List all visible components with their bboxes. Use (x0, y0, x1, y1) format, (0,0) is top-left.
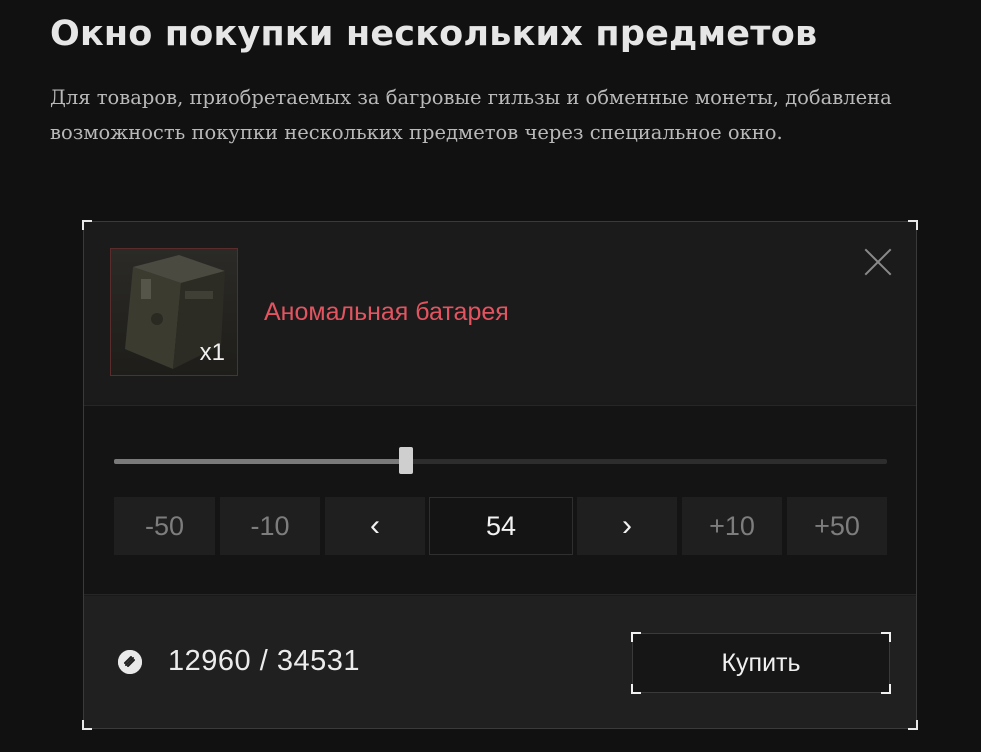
close-icon[interactable] (862, 246, 894, 278)
quantity-selector: -50 -10 ‹ 54 › +10 +50 (84, 405, 916, 595)
quantity-input[interactable]: 54 (429, 497, 573, 555)
slider-handle[interactable] (399, 447, 414, 474)
dialog-footer: 12960 / 34531 Купить (84, 596, 916, 728)
corner-decoration (631, 632, 641, 642)
corner-decoration (881, 684, 891, 694)
item-name: Аномальная батарея (264, 298, 509, 326)
buy-button-label: Купить (721, 648, 801, 677)
currency-balance: 12960 / 34531 (168, 645, 360, 677)
item-thumbnail: x1 (110, 248, 238, 376)
multi-purchase-dialog: x1 Аномальная батарея -50 -10 ‹ 54 › +10… (82, 220, 918, 730)
corner-decoration (881, 632, 891, 642)
page-title: Окно покупки нескольких предметов (50, 14, 818, 54)
minus-50-button[interactable]: -50 (114, 497, 215, 555)
decrement-button[interactable]: ‹ (325, 497, 425, 555)
item-quantity-badge: x1 (199, 339, 225, 366)
currency-coin-icon (118, 650, 142, 674)
buy-button[interactable]: Купить (631, 632, 891, 694)
minus-10-button[interactable]: -10 (220, 497, 320, 555)
dialog-header: x1 Аномальная батарея (84, 222, 916, 402)
plus-50-button[interactable]: +50 (787, 497, 887, 555)
quantity-stepper: -50 -10 ‹ 54 › +10 +50 (114, 497, 887, 555)
increment-button[interactable]: › (577, 497, 677, 555)
corner-decoration (631, 684, 641, 694)
slider-fill (114, 459, 407, 464)
page-description: Для товаров, приобретаемых за багровые г… (50, 86, 892, 144)
plus-10-button[interactable]: +10 (682, 497, 782, 555)
quantity-slider[interactable] (114, 447, 887, 474)
